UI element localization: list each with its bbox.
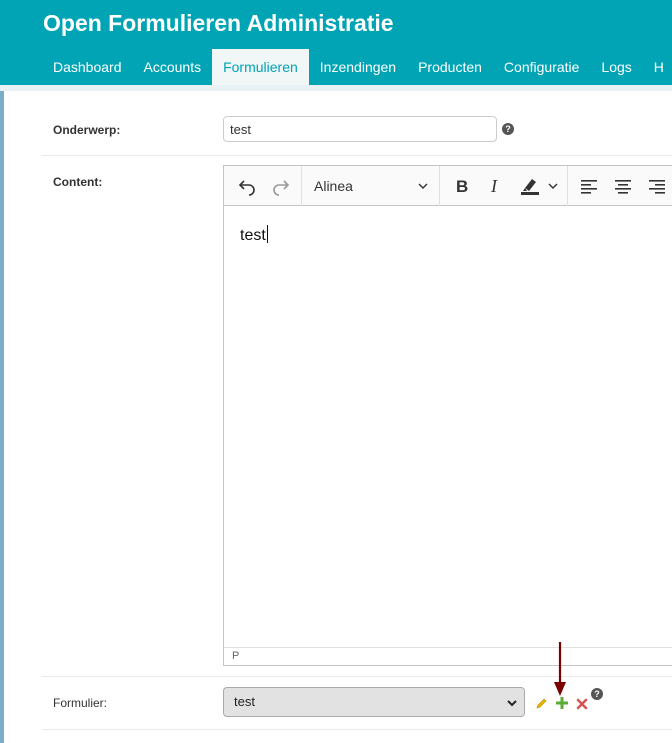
paragraph-style-label: Alinea [314,178,353,194]
nav-item-h[interactable]: H [643,49,672,85]
nav-item-formulieren[interactable]: Formulieren [212,49,309,85]
question-circle-icon[interactable]: ? [591,688,603,700]
editor-text: test [240,227,266,244]
row-divider [42,676,672,677]
chevron-down-icon [418,183,428,189]
content-label: Content: [53,175,103,189]
bold-icon[interactable]: B [447,166,477,206]
site-title[interactable]: Open Formulieren Administratie [43,10,394,37]
sub-header-strip [0,85,672,91]
formulier-selected-value: test [234,694,255,709]
row-divider [42,729,672,730]
element-path[interactable]: P [232,650,239,662]
redo-icon[interactable] [266,166,296,206]
paragraph-style-dropdown[interactable]: Alinea [302,166,439,206]
nav-item-dashboard[interactable]: Dashboard [42,49,133,85]
arrow-down-icon [554,642,566,696]
main-nav: Dashboard Accounts Formulieren Inzending… [42,49,672,85]
chevron-down-icon [507,700,517,707]
plus-icon[interactable] [555,696,569,715]
toolbar-separator [439,166,440,206]
editor-toolbar: Alinea B I [224,166,672,206]
svg-text:B: B [456,177,468,195]
rich-text-editor: Alinea B I test P [223,165,672,666]
nav-item-producten[interactable]: Producten [407,49,493,85]
formulier-label: Formulier: [53,696,108,710]
undo-icon[interactable] [232,166,262,206]
align-left-icon[interactable] [574,166,604,206]
question-circle-icon[interactable]: ? [502,123,514,135]
nav-item-configuratie[interactable]: Configuratie [493,49,591,85]
italic-icon[interactable]: I [480,166,510,206]
nav-item-accounts[interactable]: Accounts [133,49,213,85]
left-accent-strip [0,0,4,743]
formulier-select[interactable]: test [223,687,525,717]
subject-label: Onderwerp: [53,123,121,137]
highlight-icon[interactable] [514,166,564,206]
toolbar-separator [567,166,568,206]
editor-content-area[interactable]: test [224,207,672,647]
nav-item-inzendingen[interactable]: Inzendingen [309,49,407,85]
align-center-icon[interactable] [608,166,638,206]
x-icon[interactable] [576,697,588,715]
svg-text:I: I [490,177,498,195]
chevron-down-icon [548,183,558,189]
subject-input[interactable] [223,116,497,142]
pencil-icon[interactable] [535,697,548,715]
text-caret [266,225,268,243]
header: Open Formulieren Administratie Dashboard… [0,0,672,85]
editor-statusbar: P [224,647,672,665]
align-right-icon[interactable] [642,166,672,206]
nav-item-logs[interactable]: Logs [590,49,642,85]
row-divider [42,155,672,156]
